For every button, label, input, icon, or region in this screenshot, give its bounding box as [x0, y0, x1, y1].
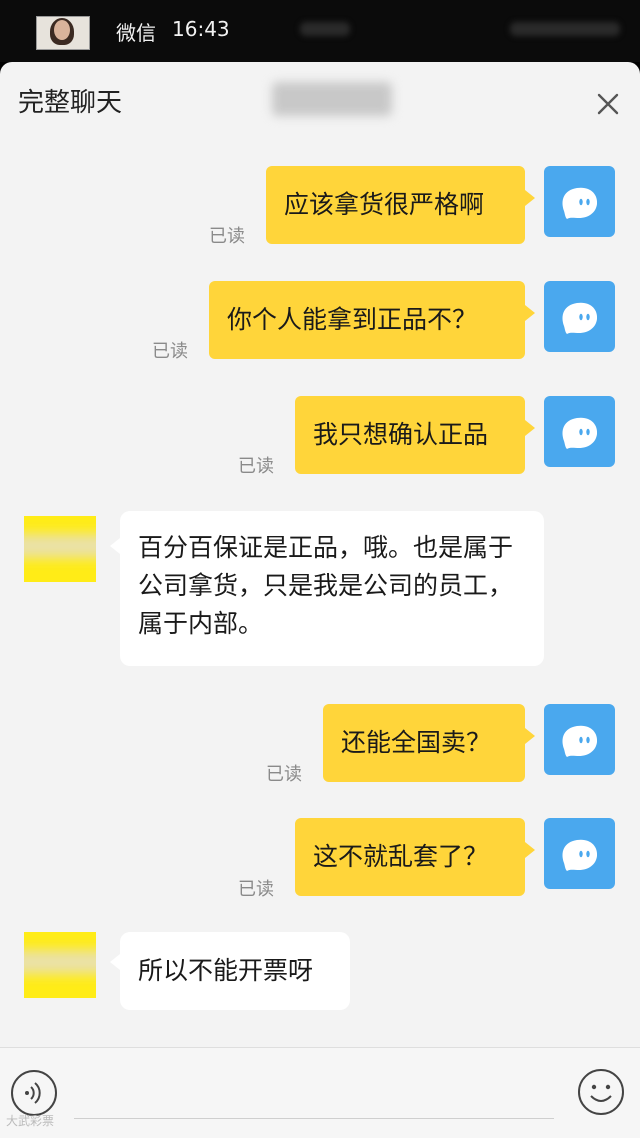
- status-blur: [510, 22, 620, 36]
- self-avatar[interactable]: [544, 281, 615, 352]
- message-bubble[interactable]: 还能全国卖？: [323, 704, 525, 782]
- panel-header: 完整聊天: [0, 62, 640, 140]
- watermark: 大武彩票: [6, 1114, 55, 1128]
- close-button[interactable]: [588, 84, 628, 124]
- bubble-tail: [525, 190, 535, 206]
- read-receipt: 已读: [266, 764, 302, 785]
- voice-icon: [11, 1070, 57, 1116]
- qq-penguin-icon: [562, 725, 598, 757]
- input-bar: [0, 1047, 640, 1138]
- bubble-tail: [525, 728, 535, 744]
- self-avatar[interactable]: [544, 396, 615, 467]
- message-bubble[interactable]: 这不就乱套了？: [295, 818, 525, 896]
- bubble-tail: [110, 538, 120, 554]
- close-icon: [597, 93, 619, 115]
- peer-avatar[interactable]: [24, 516, 96, 582]
- qq-penguin-icon: [562, 187, 598, 219]
- qq-penguin-icon: [562, 302, 598, 334]
- qq-penguin-icon: [562, 417, 598, 449]
- chat-panel: 完整聊天 已读 应该拿货很严格啊 已读 你个人能拿到正品不？ 已读 我只想确认正…: [0, 62, 640, 1138]
- message-bubble[interactable]: 百分百保证是正品，哦。也是属于公司拿货，只是我是公司的员工，属于内部。: [120, 511, 544, 666]
- page-title: 完整聊天: [18, 88, 123, 118]
- status-blur: [300, 22, 350, 36]
- blurred-contact-name: [272, 82, 392, 116]
- read-receipt: 已读: [209, 226, 245, 247]
- message-bubble[interactable]: 我只想确认正品: [295, 396, 525, 474]
- read-receipt: 已读: [238, 456, 274, 477]
- emoji-button[interactable]: [577, 1068, 625, 1116]
- bubble-tail: [110, 954, 120, 970]
- notification-app-name: 微信: [116, 21, 156, 45]
- qq-penguin-icon: [562, 839, 598, 871]
- read-receipt: 已读: [238, 879, 274, 900]
- bubble-tail: [525, 305, 535, 321]
- notification-avatar: [36, 16, 90, 50]
- notification-time: 16:43: [172, 17, 230, 41]
- self-avatar[interactable]: [544, 704, 615, 775]
- self-avatar[interactable]: [544, 166, 615, 237]
- bubble-tail: [525, 842, 535, 858]
- peer-avatar[interactable]: [24, 932, 96, 998]
- emoji-icon: [578, 1069, 624, 1115]
- self-avatar[interactable]: [544, 818, 615, 889]
- message-bubble[interactable]: 所以不能开票呀: [120, 932, 350, 1010]
- message-input[interactable]: [74, 1118, 554, 1119]
- bubble-tail: [525, 420, 535, 436]
- message-bubble[interactable]: 应该拿货很严格啊: [266, 166, 525, 244]
- status-bar: 微信 16:43: [0, 0, 640, 62]
- voice-button[interactable]: [10, 1069, 58, 1117]
- read-receipt: 已读: [152, 341, 188, 362]
- message-bubble[interactable]: 你个人能拿到正品不？: [209, 281, 525, 359]
